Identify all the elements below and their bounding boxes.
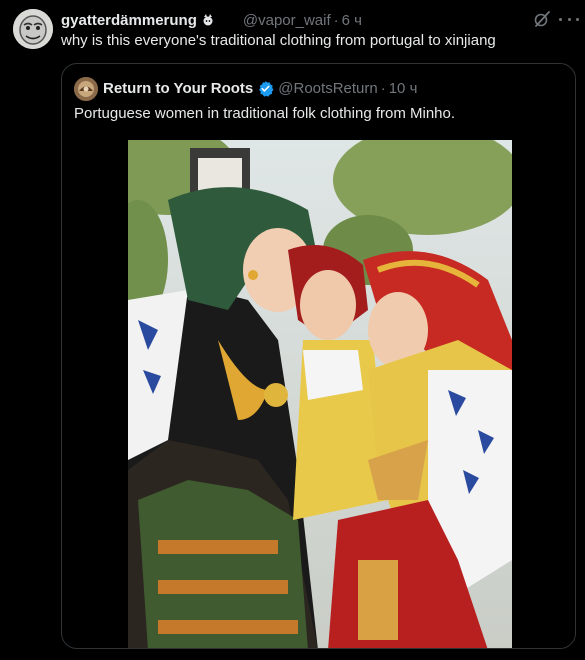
photo-image	[128, 140, 512, 648]
quoted-post-card[interactable]: Return to Your Roots @RootsReturn · 10 ч…	[61, 63, 576, 649]
author-display-name[interactable]: gyatterdämmerung	[61, 12, 197, 29]
tiny-creature-icon	[203, 14, 213, 26]
user-avatar[interactable]	[13, 9, 53, 49]
author-handle[interactable]: @vapor_waif	[243, 12, 331, 29]
more-icon[interactable]	[559, 10, 579, 28]
post-text: why is this everyone's traditional cloth…	[61, 32, 496, 49]
avatar-face-icon	[13, 9, 53, 49]
quoted-separator-dot: ·	[380, 79, 386, 97]
quoted-avatar-image-icon	[74, 77, 98, 101]
quoted-author-handle[interactable]: @RootsReturn	[278, 80, 377, 97]
separator-dot: ·	[333, 11, 339, 29]
grok-icon[interactable]	[533, 10, 551, 28]
quoted-author-name[interactable]: Return to Your Roots	[103, 80, 253, 97]
post-header: gyatterdämmerung @vapor_waif · 6 ч	[61, 10, 362, 30]
quoted-post-header: Return to Your Roots @RootsReturn · 10 ч	[103, 78, 417, 98]
verified-badge-icon	[259, 80, 274, 97]
post-timestamp[interactable]: 6 ч	[342, 12, 362, 29]
quoted-post-text: Portuguese women in traditional folk clo…	[74, 105, 456, 122]
quoted-photo[interactable]	[128, 140, 512, 648]
quoted-author-avatar[interactable]	[74, 77, 98, 101]
quoted-timestamp[interactable]: 10 ч	[389, 80, 418, 97]
